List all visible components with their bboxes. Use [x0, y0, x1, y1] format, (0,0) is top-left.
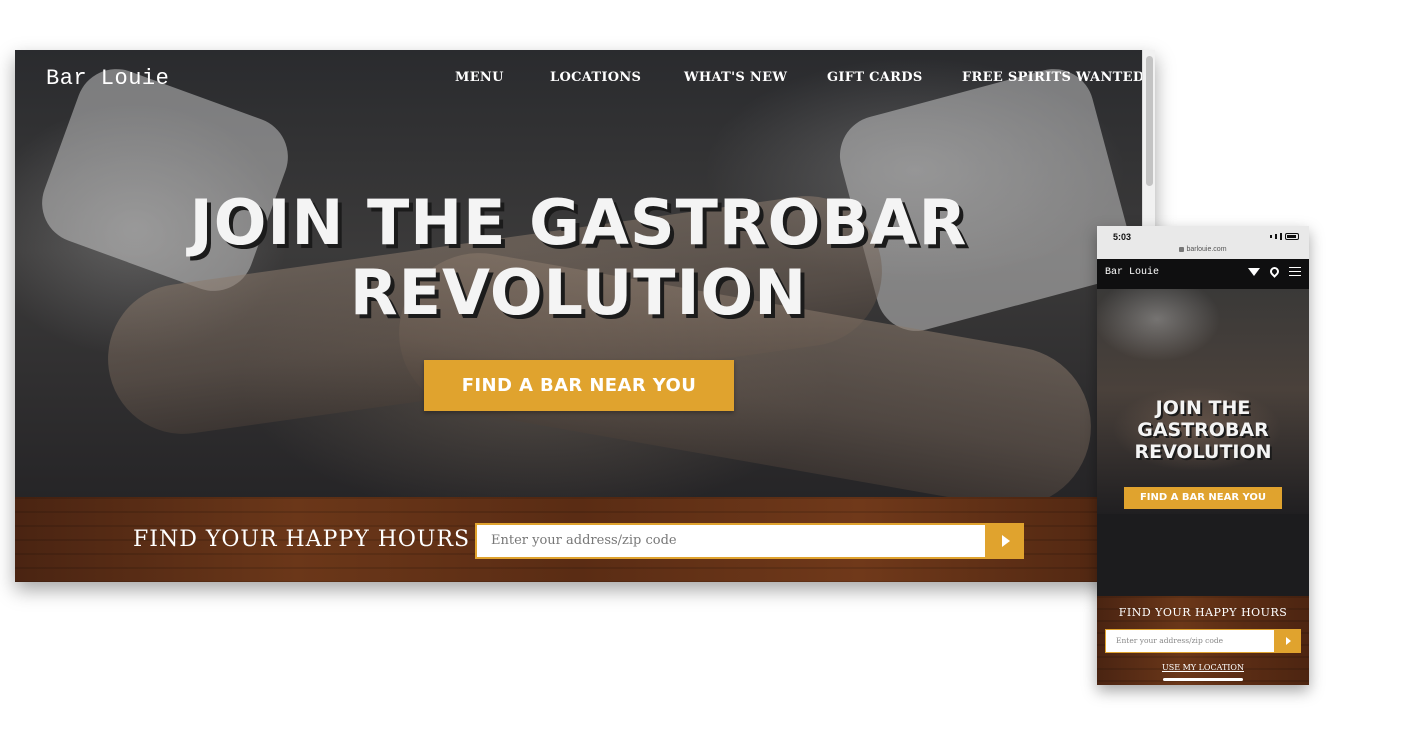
use-my-location-link[interactable]: USE MY LOCATION — [1097, 663, 1309, 672]
signal-bar — [1275, 234, 1277, 239]
search-arrow-icon — [1001, 535, 1010, 547]
hero-headline-line-1: JOIN THE GASTROBAR — [189, 186, 968, 259]
menu-line — [1289, 275, 1301, 276]
desktop-browser-mockup: Bar Louie MENU LOCATIONS WHAT'S NEW GIFT… — [15, 50, 1155, 582]
search-submit-button[interactable] — [987, 523, 1024, 559]
mobile-find-a-bar-button[interactable]: FIND A BAR NEAR YOU — [1124, 487, 1282, 509]
mobile-headline-line-1: JOIN THE — [1155, 397, 1251, 419]
mobile-phone-mockup: 5:03 barlouie.com Bar Louie JOIN THE GAS… — [1097, 226, 1309, 685]
main-nav: MENU LOCATIONS WHAT'S NEW GIFT CARDS FRE… — [455, 70, 1144, 85]
mobile-header: Bar Louie — [1097, 259, 1309, 289]
hero-headline-line-2: REVOLUTION — [349, 256, 808, 329]
lock-icon — [1179, 246, 1185, 252]
menu-line — [1289, 271, 1301, 272]
mobile-address-search-input[interactable]: Enter your address/zip code — [1105, 629, 1275, 653]
home-indicator[interactable] — [1163, 678, 1243, 681]
status-indicators — [1270, 233, 1299, 240]
mobile-happy-hours-bar: FIND YOUR HAPPY HOURS Enter your address… — [1097, 596, 1309, 685]
happy-hours-title: FIND YOUR HAPPY HOURS — [133, 527, 471, 552]
mobile-search-submit-button[interactable] — [1275, 629, 1301, 653]
nav-gift-cards[interactable]: GIFT CARDS — [827, 70, 962, 85]
signal-icon — [1270, 235, 1272, 238]
phone-url-bar[interactable]: barlouie.com — [1097, 246, 1309, 253]
cocktail-icon[interactable] — [1248, 267, 1260, 276]
scrollbar-thumb[interactable] — [1146, 56, 1153, 186]
mobile-headline-line-3: REVOLUTION — [1134, 441, 1272, 463]
menu-line — [1289, 267, 1301, 268]
battery-icon — [1285, 233, 1299, 240]
address-search-input[interactable]: Enter your address/zip code — [475, 523, 987, 559]
mobile-headline-line-2: GASTROBAR — [1137, 419, 1269, 441]
signal-bar — [1280, 233, 1282, 240]
mobile-happy-hours-title: FIND YOUR HAPPY HOURS — [1118, 606, 1288, 619]
location-pin-icon[interactable] — [1268, 265, 1281, 278]
happy-hours-bar: FIND YOUR HAPPY HOURS Enter your address… — [15, 497, 1142, 582]
mobile-header-icons — [1248, 265, 1301, 278]
site-logo[interactable]: Bar Louie — [46, 66, 169, 91]
mobile-hero-headline: JOIN THE GASTROBAR REVOLUTION — [1097, 397, 1309, 463]
mobile-logo[interactable]: Bar Louie — [1105, 267, 1159, 278]
hero-background-image: Bar Louie MENU LOCATIONS WHAT'S NEW GIFT… — [15, 50, 1144, 520]
nav-menu[interactable]: MENU — [455, 70, 550, 85]
phone-url: barlouie.com — [1186, 246, 1227, 253]
mobile-hero-image: JOIN THE GASTROBAR REVOLUTION FIND A BAR… — [1097, 289, 1309, 514]
search-arrow-icon — [1285, 637, 1291, 645]
nav-free-spirits-wanted[interactable]: FREE SPIRITS WANTED — [962, 70, 1144, 85]
nav-whats-new[interactable]: WHAT'S NEW — [684, 70, 827, 85]
hamburger-menu-icon[interactable] — [1289, 267, 1301, 276]
hero-headline: JOIN THE GASTROBAR REVOLUTION — [15, 188, 1142, 328]
status-time: 5:03 — [1113, 232, 1132, 242]
find-a-bar-button[interactable]: FIND A BAR NEAR YOU — [424, 360, 734, 411]
nav-locations[interactable]: LOCATIONS — [550, 70, 684, 85]
phone-status-bar: 5:03 barlouie.com — [1097, 226, 1309, 259]
